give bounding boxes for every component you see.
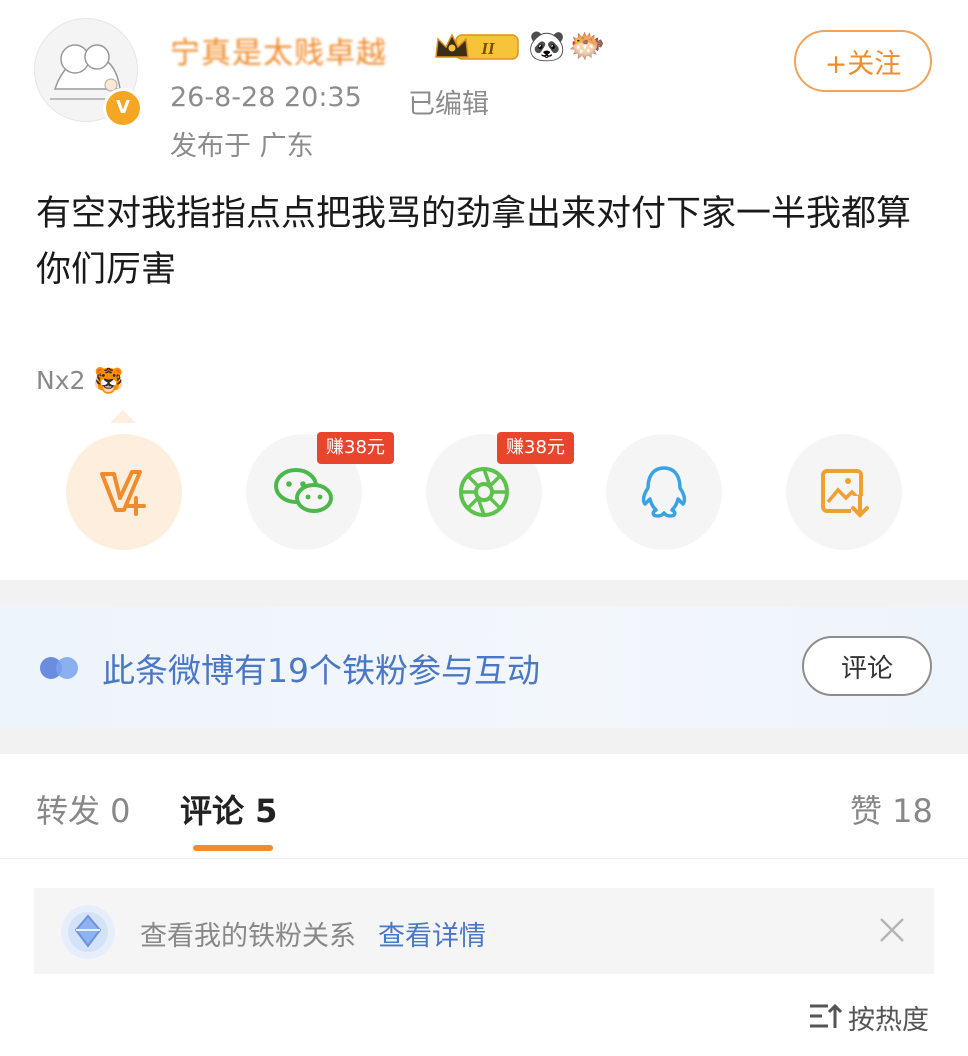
wechat-icon <box>274 468 333 513</box>
qq-icon <box>641 466 687 518</box>
tab-comments[interactable]: 评论 5 <box>180 786 277 832</box>
edited-label[interactable]: 已编辑 <box>408 82 489 121</box>
post-text: 有空对我指指点点把我骂的劲拿出来对付下家一半我都算你们厉害 <box>36 194 912 290</box>
fans-icon <box>40 657 78 679</box>
level-badge-text: II <box>480 39 496 58</box>
panda-icon: 🐼 <box>528 29 566 64</box>
sort-icon[interactable] <box>808 1002 842 1030</box>
post-time: 26-8-28 20:35 <box>170 82 362 113</box>
pufferfish-icon: 🐡 <box>568 29 606 64</box>
post-location: 发布于 广东 <box>170 131 314 162</box>
fans-relation-text: 查看我的铁粉关系 <box>140 921 356 952</box>
share-qq-button[interactable] <box>606 434 722 550</box>
share-v-plus-button[interactable] <box>66 434 182 550</box>
fans-banner-text: 此条微博有19个铁粉参与互动 <box>102 651 540 690</box>
tooltip-arrow <box>110 410 136 423</box>
verified-badge: V <box>103 88 143 128</box>
view-details-link[interactable]: 查看详情 <box>378 914 486 953</box>
save-image-button[interactable] <box>786 434 902 550</box>
moments-icon <box>459 467 509 517</box>
section-divider <box>0 728 968 754</box>
diamond-icon <box>61 905 115 959</box>
level-crown-icon[interactable]: II <box>432 31 522 63</box>
close-icon[interactable] <box>876 914 908 946</box>
earn-badge: 赚38元 <box>497 432 574 464</box>
tiger-icon: 🐯 <box>93 366 125 395</box>
section-divider <box>0 580 968 606</box>
post-tag[interactable]: Nx2 🐯 <box>36 366 125 396</box>
tabs-divider <box>0 858 968 859</box>
follow-button[interactable]: +关注 <box>794 30 932 92</box>
earn-badge: 赚38元 <box>317 432 394 464</box>
tab-repost[interactable]: 转发 0 <box>36 786 131 832</box>
save-image-icon <box>821 469 869 518</box>
username[interactable]: 宁真是太贱卓越 <box>170 28 387 72</box>
sort-by-hot-button[interactable]: 按热度 <box>848 998 929 1037</box>
tab-likes[interactable]: 赞 18 <box>850 786 933 832</box>
v-plus-icon <box>100 470 146 516</box>
comment-button[interactable]: 评论 <box>802 636 932 696</box>
post-tag-text: Nx2 <box>36 366 86 395</box>
active-tab-indicator <box>193 845 273 851</box>
